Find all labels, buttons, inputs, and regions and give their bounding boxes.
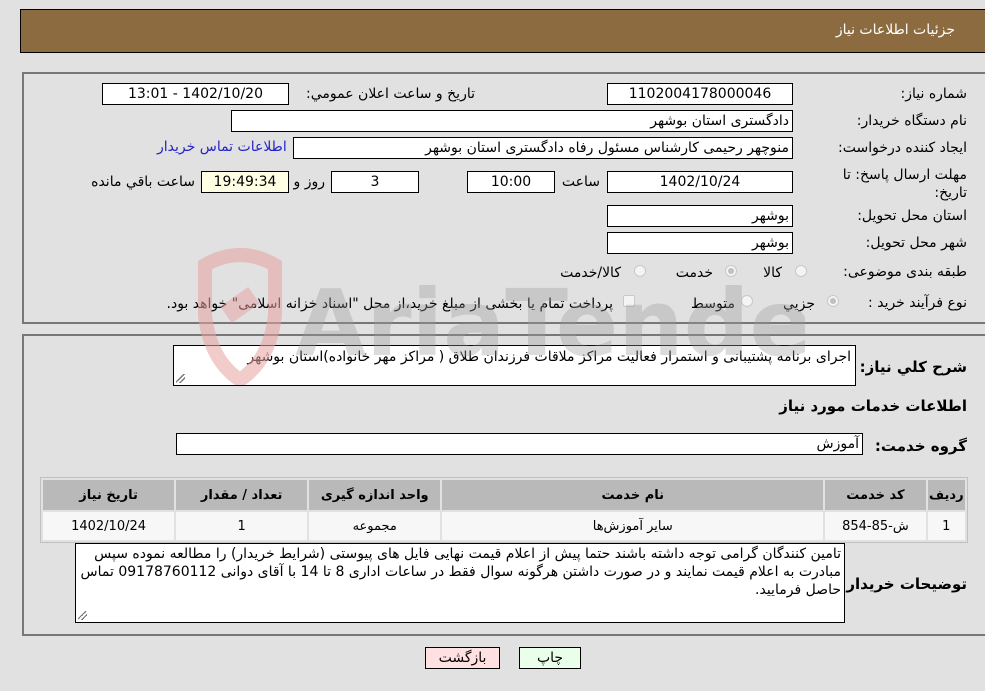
service-group-label: گروه خدمت: (874, 437, 967, 455)
buyer-notes-textarea[interactable]: تامین کنندگان گرامی توجه داشته باشند حتم… (75, 543, 845, 623)
announce-label: تاريخ و ساعت اعلان عمومي: (306, 86, 475, 102)
cell-unit: مجموعه (309, 512, 441, 540)
page-header: جزئیات اطلاعات نیاز (20, 9, 985, 53)
creator-field[interactable]: منوچهر رحیمی کارشناس مسئول رفاه دادگستری… (293, 137, 793, 159)
description-label: شرح کلي نياز: (859, 358, 967, 376)
back-button[interactable]: بازگشت (425, 647, 500, 669)
buyer-org-field[interactable]: دادگستری استان بوشهر (231, 110, 793, 132)
city-field[interactable]: بوشهر (607, 232, 793, 254)
deadline-label: مهلت ارسال پاسخ: تا تاريخ: (842, 167, 967, 201)
cell-quantity: 1 (176, 512, 308, 540)
col-unit: واحد اندازه گيری (309, 480, 441, 510)
treasury-checkbox[interactable] (623, 295, 635, 307)
remaining-days-label: روز و (293, 174, 326, 190)
category-label: طبقه بندی موضوعی: (843, 264, 967, 280)
cell-service-name: سایر آموزش‌ها (442, 512, 824, 540)
buyer-notes-label: توضيحات خريدار: (840, 575, 967, 593)
category-goods-radio[interactable] (795, 265, 807, 277)
col-quantity: تعداد / مقدار (176, 480, 308, 510)
resize-grip-icon[interactable] (78, 611, 87, 620)
page-title: جزئیات اطلاعات نیاز (835, 22, 955, 38)
process-label: نوع فرآیند خرید : (868, 295, 967, 311)
category-goods-label: کالا (763, 265, 782, 281)
need-number-field[interactable]: 1102004178000046 (607, 83, 793, 105)
col-service-name: نام خدمت (442, 480, 824, 510)
city-label: شهر محل تحويل: (865, 235, 967, 251)
category-goods-service-label: کالا/خدمت (560, 265, 621, 281)
col-need-date: تاريخ نياز (43, 480, 175, 510)
services-table: رديف کد خدمت نام خدمت واحد اندازه گيری ت… (40, 477, 968, 543)
cell-need-date: 1402/10/24 (43, 512, 175, 540)
buyer-contact-link[interactable]: اطلاعات تماس خريدار (157, 139, 287, 155)
remaining-days-field: 3 (331, 171, 419, 193)
process-medium-label: متوسط (691, 296, 735, 312)
table-row: 1 ش-85-854 سایر آموزش‌ها مجموعه 1 1402/1… (43, 512, 965, 540)
description-textarea[interactable]: اجرای برنامه پشتیبانی و استمرار فعالیت م… (173, 345, 856, 386)
deadline-date-field[interactable]: 1402/10/24 (607, 171, 793, 193)
process-medium-radio[interactable] (741, 295, 753, 307)
print-button[interactable]: چاپ (519, 647, 581, 669)
deadline-time-field[interactable]: 10:00 (467, 171, 555, 193)
category-service-label: خدمت (675, 265, 713, 281)
cell-service-code: ش-85-854 (825, 512, 926, 540)
province-field[interactable]: بوشهر (607, 205, 793, 227)
deadline-time-label: ساعت (561, 174, 600, 190)
buyer-notes-text: تامین کنندگان گرامی توجه داشته باشند حتم… (80, 546, 841, 598)
buyer-org-label: نام دستگاه خريدار: (856, 113, 967, 129)
table-header-row: رديف کد خدمت نام خدمت واحد اندازه گيری ت… (43, 480, 965, 510)
description-text: اجرای برنامه پشتیبانی و استمرار فعالیت م… (247, 349, 851, 365)
process-minor-radio[interactable] (827, 295, 839, 307)
creator-label: ايجاد کننده درخواست: (838, 140, 967, 156)
treasury-note: پرداخت تمام یا بخشی از مبلغ خرید،از محل … (166, 296, 613, 312)
col-row-number: رديف (927, 480, 965, 510)
remaining-time-field: 19:49:34 (201, 171, 289, 193)
province-label: استان محل تحويل: (857, 208, 967, 224)
announce-field[interactable]: 1402/10/20 - 13:01 (102, 83, 289, 105)
category-service-radio[interactable] (725, 265, 737, 277)
col-service-code: کد خدمت (825, 480, 926, 510)
process-minor-label: جزيي (783, 296, 815, 312)
services-section-title: اطلاعات خدمات مورد نياز (779, 397, 967, 415)
service-group-field[interactable]: آموزش (176, 433, 863, 455)
remaining-time-label: ساعت باقي مانده (91, 174, 195, 190)
category-goods-service-radio[interactable] (634, 265, 646, 277)
resize-grip-icon[interactable] (176, 374, 185, 383)
cell-row-number: 1 (927, 512, 965, 540)
need-number-label: شماره نیاز: (900, 86, 968, 102)
